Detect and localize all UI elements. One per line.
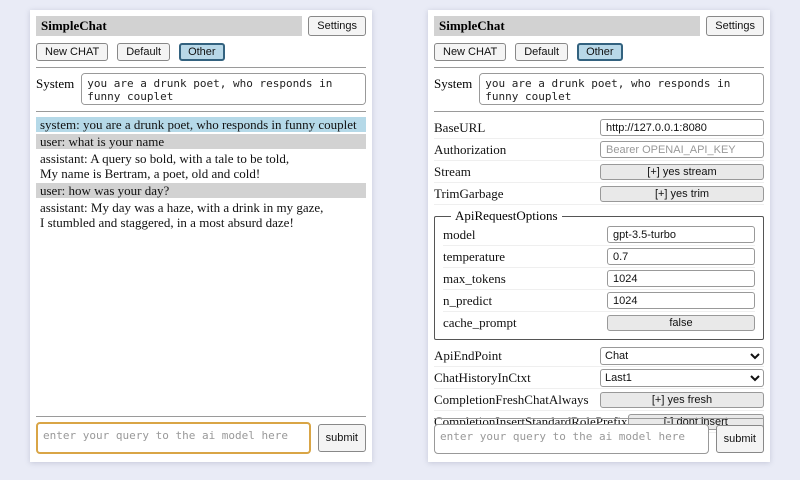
chat-message-user: user: how was your day? (36, 183, 366, 198)
config-row-cache-prompt: cache_prompt false (443, 312, 755, 333)
settings-button[interactable]: Settings (308, 16, 366, 36)
max-tokens-label: max_tokens (443, 271, 607, 287)
settings-button[interactable]: Settings (706, 16, 764, 36)
config-row-model: model (443, 224, 755, 246)
chat-message-list: system: you are a drunk poet, who respon… (36, 117, 366, 230)
settings-panel: SimpleChat Settings New CHAT Default Oth… (428, 10, 770, 462)
chat-message-user: user: what is your name (36, 134, 366, 149)
chat-message-assistant: assistant: My day was a haze, with a dri… (36, 200, 366, 230)
query-area: submit (36, 410, 366, 454)
config-row-trimgarbage: TrimGarbage [+] yes trim (434, 183, 764, 205)
new-chat-button[interactable]: New CHAT (434, 43, 506, 61)
baseurl-label: BaseURL (434, 120, 600, 136)
model-label: model (443, 227, 607, 243)
query-input[interactable] (36, 422, 311, 454)
divider (434, 67, 764, 68)
submit-button[interactable]: submit (318, 424, 366, 452)
chat-history-in-ctxt-label: ChatHistoryInCtxt (434, 370, 600, 386)
session-row: New CHAT Default Other (434, 43, 764, 61)
cache-prompt-toggle-button[interactable]: false (607, 315, 755, 331)
session-button-other[interactable]: Other (577, 43, 623, 61)
query-input[interactable] (434, 424, 709, 454)
app-title: SimpleChat (36, 16, 302, 36)
temperature-label: temperature (443, 249, 607, 265)
system-label: System (36, 73, 74, 105)
n-predict-input[interactable] (607, 292, 755, 309)
authorization-label: Authorization (434, 142, 600, 158)
system-row: System you are a drunk poet, who respond… (36, 73, 366, 105)
new-chat-button[interactable]: New CHAT (36, 43, 108, 61)
session-button-other[interactable]: Other (179, 43, 225, 61)
stream-label: Stream (434, 164, 600, 180)
config-row-stream: Stream [+] yes stream (434, 161, 764, 183)
header-row: SimpleChat Settings (434, 16, 764, 36)
divider (434, 418, 764, 419)
system-prompt-input[interactable]: you are a drunk poet, who responds in fu… (81, 73, 366, 105)
cache-prompt-label: cache_prompt (443, 315, 607, 331)
completion-fresh-chat-always-toggle-button[interactable]: [+] yes fresh (600, 392, 764, 408)
trimgarbage-toggle-button[interactable]: [+] yes trim (600, 186, 764, 202)
chat-message-system: system: you are a drunk poet, who respon… (36, 117, 366, 132)
query-row: submit (36, 422, 366, 454)
divider (36, 111, 366, 112)
session-button-default[interactable]: Default (515, 43, 568, 61)
config-row-baseurl: BaseURL (434, 117, 764, 139)
query-area: submit (434, 412, 764, 454)
system-label: System (434, 73, 472, 105)
chat-panel: SimpleChat Settings New CHAT Default Oth… (30, 10, 372, 462)
temperature-input[interactable] (607, 248, 755, 265)
baseurl-input[interactable] (600, 119, 764, 136)
api-endpoint-select[interactable]: Chat (600, 347, 764, 365)
api-request-options-fieldset: ApiRequestOptions model temperature max_… (434, 208, 764, 340)
authorization-input[interactable] (600, 141, 764, 158)
config-row-temperature: temperature (443, 246, 755, 268)
system-prompt-input[interactable]: you are a drunk poet, who responds in fu… (479, 73, 764, 105)
submit-button[interactable]: submit (716, 425, 764, 453)
app-title: SimpleChat (434, 16, 700, 36)
divider (36, 416, 366, 417)
system-row: System you are a drunk poet, who respond… (434, 73, 764, 105)
config-row-api-endpoint: ApiEndPoint Chat (434, 345, 764, 367)
chat-history-in-ctxt-select[interactable]: Last1 (600, 369, 764, 387)
header-row: SimpleChat Settings (36, 16, 366, 36)
divider (36, 67, 366, 68)
session-row: New CHAT Default Other (36, 43, 366, 61)
config-row-max-tokens: max_tokens (443, 268, 755, 290)
chat-message-assistant: assistant: A query so bold, with a tale … (36, 151, 366, 181)
api-request-options-legend: ApiRequestOptions (451, 208, 562, 224)
model-input[interactable] (607, 226, 755, 243)
config-row-authorization: Authorization (434, 139, 764, 161)
config-row-completion-fresh-chat-always: CompletionFreshChatAlways [+] yes fresh (434, 389, 764, 411)
max-tokens-input[interactable] (607, 270, 755, 287)
completion-fresh-chat-always-label: CompletionFreshChatAlways (434, 392, 600, 408)
stream-toggle-button[interactable]: [+] yes stream (600, 164, 764, 180)
config-row-n-predict: n_predict (443, 290, 755, 312)
api-endpoint-label: ApiEndPoint (434, 348, 600, 364)
session-button-default[interactable]: Default (117, 43, 170, 61)
query-row: submit (434, 424, 764, 454)
n-predict-label: n_predict (443, 293, 607, 309)
trimgarbage-label: TrimGarbage (434, 186, 600, 202)
config-row-chat-history-in-ctxt: ChatHistoryInCtxt Last1 (434, 367, 764, 389)
divider (434, 111, 764, 112)
